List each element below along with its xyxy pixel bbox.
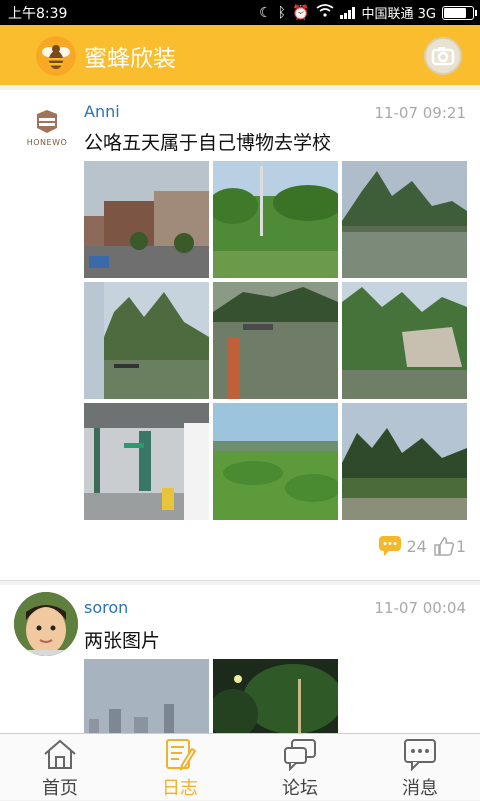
moon-icon: ☾: [259, 4, 272, 21]
green-field-photo[interactable]: [213, 403, 338, 520]
river-raft-photo[interactable]: [213, 282, 338, 399]
status-time: 上午8:39: [8, 6, 68, 22]
bluetooth-icon: ᛒ: [277, 4, 287, 21]
signal-icon: [339, 6, 356, 19]
like-count: 1: [455, 536, 466, 556]
tab-label: 首页: [42, 778, 78, 799]
roadside-trees-photo[interactable]: [213, 161, 338, 278]
battery-icon: [442, 5, 477, 20]
status-bar: 上午8:39 ☾ ᛒ ⏰ 中国联通 3G: [0, 0, 480, 25]
tab-messages[interactable]: 消息: [360, 734, 480, 801]
city-skyline-photo[interactable]: [84, 659, 209, 733]
journal-icon: [166, 739, 197, 771]
bee-logo-icon: [36, 36, 76, 76]
camera-button[interactable]: [424, 37, 462, 75]
karst-hills-photo[interactable]: [342, 403, 467, 520]
message-icon: [404, 739, 436, 771]
avatar[interactable]: HONEWO: [20, 108, 74, 156]
feed-post[interactable]: HONEWO Anni 11-07 09:21 公咯五天属于自己博物去学校 24…: [0, 90, 480, 580]
post-author[interactable]: Anni: [84, 102, 120, 121]
karst-river-photo[interactable]: [342, 161, 467, 278]
app-header: 蜜蜂欣装: [0, 25, 480, 85]
post-divider: [0, 580, 480, 581]
camera-icon: [431, 47, 455, 66]
post-author[interactable]: soron: [84, 598, 128, 617]
tab-label: 消息: [402, 778, 438, 799]
post-text: 公咯五天属于自己博物去学校: [84, 132, 332, 154]
tab-forum[interactable]: 论坛: [240, 734, 360, 801]
battery-level: [444, 7, 467, 18]
bottom-tab-bar: 首页 日志 论坛 消息: [0, 733, 480, 800]
comment-count: 24: [406, 536, 427, 556]
karst-cliff-photo[interactable]: [342, 282, 467, 399]
tab-journal[interactable]: 日志: [120, 734, 240, 801]
app-title: 蜜蜂欣装: [84, 46, 176, 72]
night-trees-photo[interactable]: [213, 659, 338, 733]
status-icons: ☾ ᛒ ⏰ 中国联通 3G: [259, 3, 477, 22]
karst-cliff-raft-photo[interactable]: [84, 282, 209, 399]
post-time: 11-07 00:04: [374, 599, 466, 617]
train-platform-photo[interactable]: [84, 403, 209, 520]
feed-post[interactable]: soron 11-07 00:04 两张图片: [0, 585, 480, 733]
forum-icon: [284, 739, 316, 771]
home-icon: [44, 739, 76, 769]
post-time: 11-07 09:21: [374, 104, 466, 122]
alarm-icon: ⏰: [292, 4, 310, 21]
post-text: 两张图片: [84, 630, 161, 652]
post-stats: 24 1: [378, 534, 466, 558]
tab-label: 日志: [162, 778, 198, 799]
avatar[interactable]: [14, 592, 78, 656]
carrier-name: 中国联通 3G: [361, 7, 436, 22]
wifi-icon: [316, 4, 334, 21]
avatar-brand: HONEWO: [26, 138, 68, 147]
feed-list[interactable]: HONEWO Anni 11-07 09:21 公咯五天属于自己博物去学校 24…: [0, 85, 480, 733]
station-building-photo[interactable]: [84, 161, 209, 278]
tab-home[interactable]: 首页: [0, 734, 120, 801]
like-icon[interactable]: [433, 535, 455, 557]
tab-label: 论坛: [282, 778, 318, 799]
comment-icon[interactable]: [378, 535, 404, 557]
